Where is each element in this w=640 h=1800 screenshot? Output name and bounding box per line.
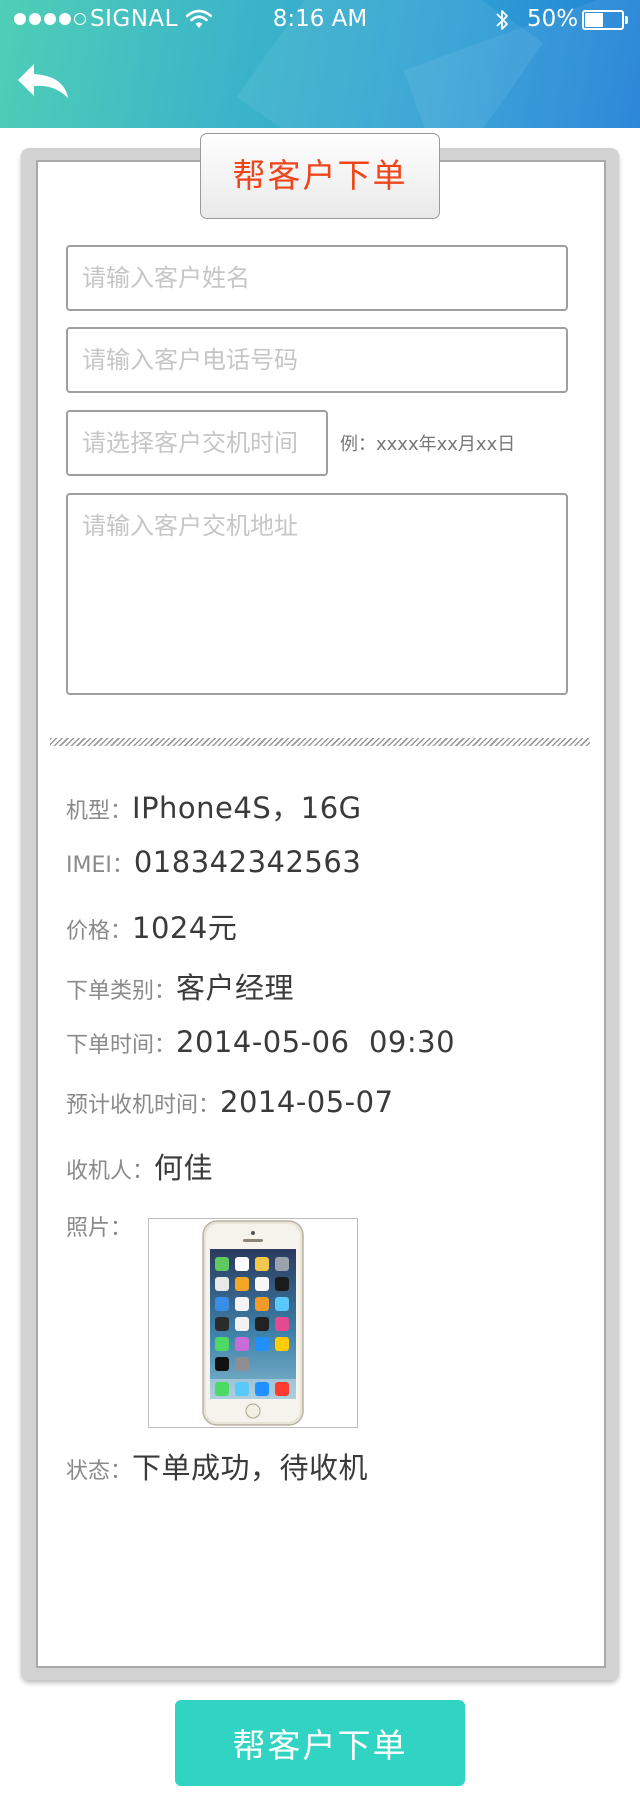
time-format-hint: 例：xxxx年xx月xx日: [340, 434, 516, 455]
order-time-value: 2014-05-06 09:30: [176, 1025, 456, 1059]
receiver-label: 收机人：: [66, 1159, 155, 1184]
receiver-value: 何佳: [154, 1151, 214, 1185]
status-bar: SIGNAL 8:16 AM 50%: [0, 0, 640, 40]
form-title: 帮客户下单: [200, 133, 440, 219]
place-order-button[interactable]: 帮客户下单: [175, 1700, 465, 1786]
info-row-price: 价格：1024元: [66, 905, 237, 947]
customer-phone-input[interactable]: [66, 327, 568, 393]
order-type-value: 客户经理: [176, 971, 295, 1005]
order-type-label: 下单类别：: [66, 979, 177, 1004]
back-button[interactable]: [14, 60, 74, 110]
photo-label: 照片：: [66, 1216, 133, 1241]
info-row-collect-time: 预计收机时间：2014-05-07: [66, 1085, 394, 1119]
customer-name-input[interactable]: [66, 245, 568, 311]
battery-percent: 50%: [527, 6, 579, 32]
status-value: 下单成功，待收机: [132, 1451, 369, 1485]
status-label: 状态：: [66, 1459, 133, 1484]
imei-value: 018342342563: [133, 845, 362, 879]
info-row-imei: IMEI：018342342563: [66, 845, 361, 879]
bluetooth-icon: [496, 10, 508, 30]
info-row-order-type: 下单类别：客户经理: [66, 965, 294, 1007]
price-label: 价格：: [66, 919, 133, 944]
collect-time-value: 2014-05-07: [220, 1085, 394, 1119]
info-row-status: 状态：下单成功，待收机: [66, 1445, 368, 1487]
model-value: IPhone4S，16G: [132, 791, 362, 825]
price-value: 1024元: [132, 911, 238, 945]
phone-photo[interactable]: [148, 1218, 358, 1428]
model-label: 机型：: [66, 799, 133, 824]
imei-label: IMEI：: [66, 853, 134, 878]
info-row-receiver: 收机人：何佳: [66, 1145, 213, 1187]
order-time-label: 下单时间：: [66, 1033, 177, 1058]
iphone-image: [202, 1220, 304, 1426]
info-row-model: 机型：IPhone4S，16G: [66, 785, 362, 827]
section-divider: [50, 738, 590, 746]
app-header: SIGNAL 8:16 AM 50%: [0, 0, 640, 128]
info-row-photo: 照片：: [66, 1210, 132, 1242]
back-arrow-icon: [18, 64, 68, 98]
handover-address-input[interactable]: [66, 493, 568, 695]
handover-time-input[interactable]: [66, 410, 328, 476]
battery-icon: [582, 10, 628, 30]
collect-time-label: 预计收机时间：: [66, 1093, 221, 1118]
info-row-order-time: 下单时间：2014-05-06 09:30: [66, 1025, 455, 1059]
